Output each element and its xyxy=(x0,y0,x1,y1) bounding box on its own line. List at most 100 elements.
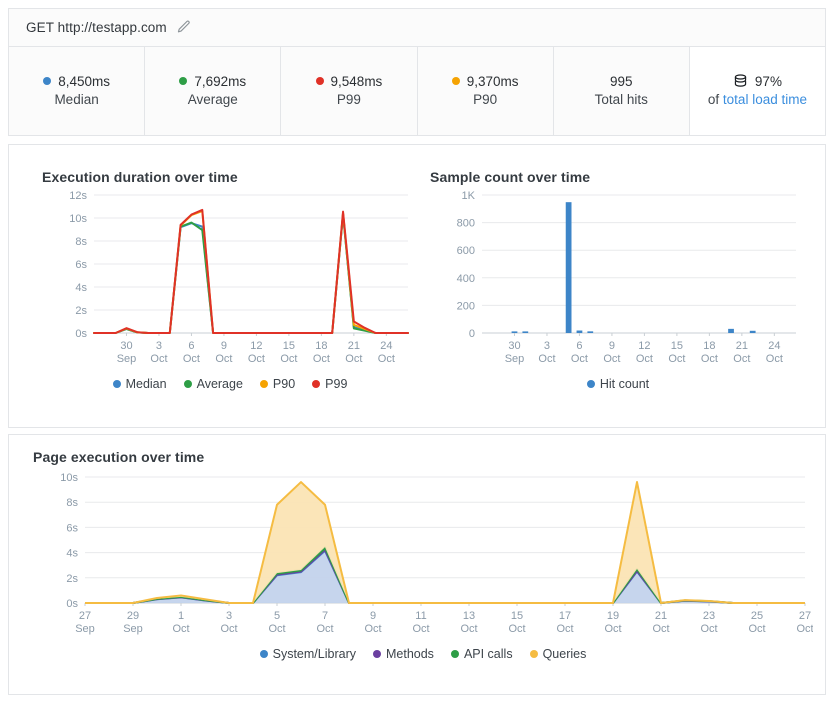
svg-text:9: 9 xyxy=(370,610,376,622)
svg-text:7: 7 xyxy=(322,610,328,622)
chart-title: Page execution over time xyxy=(33,449,205,465)
legend-label: Median xyxy=(125,377,167,391)
load-percentage: 97% xyxy=(754,73,782,89)
svg-text:Oct: Oct xyxy=(215,353,232,365)
svg-text:Oct: Oct xyxy=(700,623,717,635)
svg-text:6s: 6s xyxy=(75,259,87,271)
svg-text:11: 11 xyxy=(415,610,426,622)
svg-text:Oct: Oct xyxy=(733,353,750,365)
legend-color-dot xyxy=(586,380,595,388)
stat-value-row: 9,370ms xyxy=(451,73,519,89)
legend-item[interactable]: System/Library xyxy=(259,647,356,661)
legend-color-dot xyxy=(529,650,538,658)
svg-text:Oct: Oct xyxy=(345,353,362,365)
svg-text:30: 30 xyxy=(120,340,132,352)
legend-color-dot xyxy=(112,380,121,388)
stat-value-row: 7,692ms xyxy=(179,74,246,89)
chart-canvas: 0s2s4s6s8s10s27Sep29Sep1Oct3Oct5Oct7Oct9… xyxy=(60,472,813,635)
svg-text:15: 15 xyxy=(671,340,683,352)
svg-text:0s: 0s xyxy=(66,598,78,610)
svg-text:3: 3 xyxy=(156,340,162,352)
svg-text:4s: 4s xyxy=(66,548,78,560)
sample-count-chart: Sample count over time 0 200 400 600 800 1K 30… xyxy=(430,169,806,414)
chart-title: Sample count over time xyxy=(430,169,591,185)
stat-color-dot xyxy=(315,77,324,86)
legend-item[interactable]: Methods xyxy=(372,647,434,661)
legend-label: System/Library xyxy=(272,647,356,661)
legend-label: P99 xyxy=(325,377,348,391)
legend-item[interactable]: API calls xyxy=(450,647,513,661)
svg-text:9: 9 xyxy=(609,340,615,352)
svg-text:Oct: Oct xyxy=(636,353,653,365)
svg-text:400: 400 xyxy=(457,273,475,285)
svg-text:6: 6 xyxy=(188,340,194,352)
svg-text:8s: 8s xyxy=(75,236,87,248)
stat-card: 9,370ms P90 xyxy=(418,47,554,135)
stat-value: 9,370ms xyxy=(466,73,519,89)
charts-panel-bottom: Page execution over time 0s 2s 4s 6s 8s 10s 27… xyxy=(8,434,826,695)
chart-canvas: 0s2s4s6s8s10s12s30Sep3Oct6Oct9Oct12Oct15… xyxy=(69,190,409,365)
svg-text:Oct: Oct xyxy=(316,623,333,635)
pencil-icon[interactable] xyxy=(176,20,191,35)
legend-color-dot xyxy=(312,380,321,388)
svg-text:Oct: Oct xyxy=(701,353,718,365)
legend-label: P90 xyxy=(272,377,296,391)
legend-label: Average xyxy=(196,377,243,391)
chart-legend: Hit count xyxy=(430,377,806,391)
svg-text:Oct: Oct xyxy=(313,353,330,365)
svg-text:200: 200 xyxy=(457,300,475,312)
legend-label: Hit count xyxy=(599,377,650,391)
svg-text:Oct: Oct xyxy=(220,623,237,635)
svg-text:Oct: Oct xyxy=(508,623,525,635)
legend-color-dot xyxy=(259,380,268,388)
legend-item[interactable]: P90 xyxy=(259,377,296,391)
svg-text:Oct: Oct xyxy=(538,353,555,365)
request-url-label: GET http://testapp.com xyxy=(26,20,167,35)
legend-item[interactable]: Average xyxy=(183,377,243,391)
stat-label: Median xyxy=(54,91,99,107)
legend-item[interactable]: Queries xyxy=(529,647,587,661)
stat-value: 995 xyxy=(610,73,633,89)
total-load-time-link[interactable]: total load time xyxy=(723,92,807,107)
svg-text:Oct: Oct xyxy=(460,623,477,635)
svg-text:24: 24 xyxy=(768,340,780,352)
svg-text:6s: 6s xyxy=(66,522,78,534)
stat-color-dot xyxy=(451,77,460,86)
legend-color-dot xyxy=(450,650,459,658)
load-sublabel: of total load time xyxy=(708,92,807,109)
svg-text:800: 800 xyxy=(457,218,475,230)
legend-color-dot xyxy=(183,380,192,388)
page-execution-chart: Page execution over time 0s 2s 4s 6s 8s 10s 27… xyxy=(33,449,813,684)
legend-item[interactable]: Hit count xyxy=(586,377,650,391)
chart-legend: Median Average P90 P99 xyxy=(42,377,418,391)
svg-text:Oct: Oct xyxy=(268,623,285,635)
stat-label: P99 xyxy=(336,91,361,107)
svg-text:5: 5 xyxy=(274,610,280,622)
svg-text:Oct: Oct xyxy=(412,623,429,635)
stat-color-dot xyxy=(179,77,188,86)
svg-text:Oct: Oct xyxy=(364,623,381,635)
svg-text:Oct: Oct xyxy=(172,623,189,635)
svg-text:Oct: Oct xyxy=(556,623,573,635)
svg-text:Oct: Oct xyxy=(796,623,813,635)
svg-text:0s: 0s xyxy=(75,328,87,340)
svg-text:21: 21 xyxy=(736,340,748,352)
svg-text:17: 17 xyxy=(559,610,571,622)
svg-text:Sep: Sep xyxy=(505,353,525,365)
legend-label: Queries xyxy=(542,647,587,661)
charts-panel-top: Execution duration over time 0s 2s 4s 6s 8s 1… xyxy=(8,144,826,428)
svg-text:2s: 2s xyxy=(75,305,87,317)
legend-item[interactable]: P99 xyxy=(312,377,347,391)
legend-item[interactable]: Median xyxy=(112,377,167,391)
stat-label: Average xyxy=(187,91,238,107)
svg-text:Oct: Oct xyxy=(652,623,669,635)
stat-card: 995 Total hits xyxy=(554,47,690,135)
svg-text:Oct: Oct xyxy=(748,623,765,635)
svg-text:Oct: Oct xyxy=(183,353,200,365)
svg-text:Oct: Oct xyxy=(604,623,621,635)
svg-text:27: 27 xyxy=(79,610,91,622)
svg-text:Oct: Oct xyxy=(248,353,265,365)
svg-text:Sep: Sep xyxy=(117,353,137,365)
svg-text:18: 18 xyxy=(703,340,715,352)
svg-text:8s: 8s xyxy=(66,497,78,509)
